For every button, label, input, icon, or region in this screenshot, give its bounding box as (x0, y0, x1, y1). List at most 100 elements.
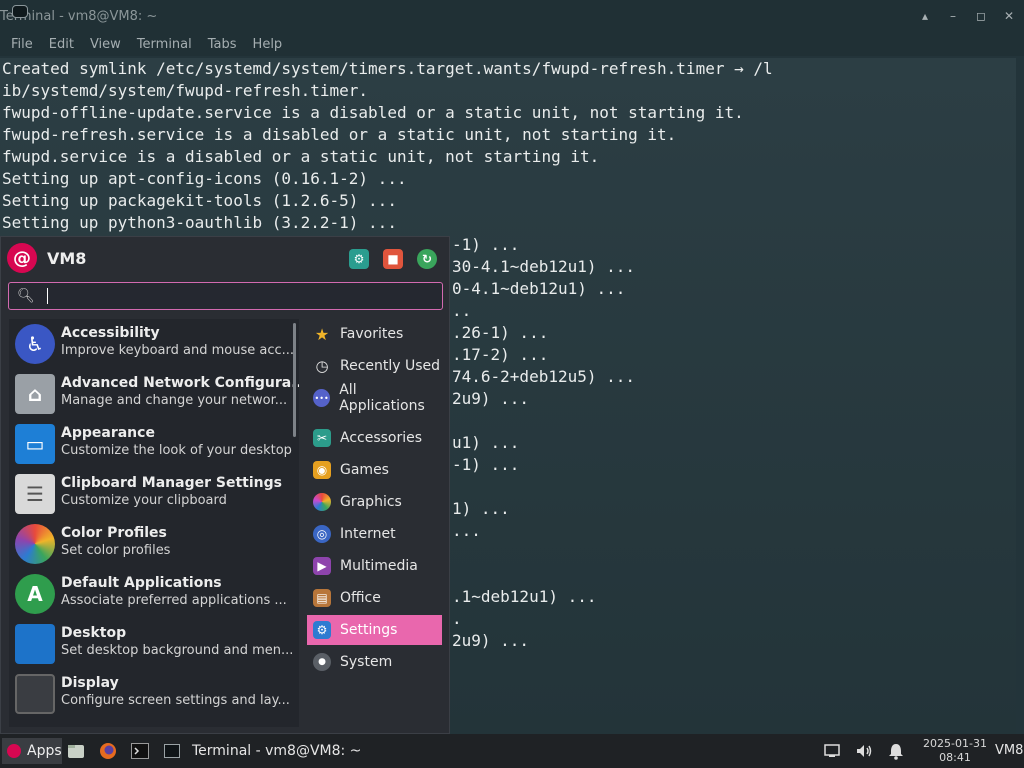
app-item-clipboard-manager[interactable]: ☰ Clipboard Manager Settings Customize y… (9, 469, 299, 519)
taskbar-task-terminal[interactable]: Terminal - vm8@VM8: ~ (164, 738, 361, 764)
app-item-color-profiles[interactable]: Color Profiles Set color profiles (9, 519, 299, 569)
notifications-icon[interactable] (886, 741, 906, 761)
category-label: Recently Used (340, 358, 441, 374)
terminal-line-fragment: .17-2) ... (452, 345, 549, 364)
taskbar: Apps Terminal - vm8@VM8: ~ 2025-01-31 08… (0, 734, 1024, 768)
app-item-appearance[interactable]: ▭ Appearance Customize the look of your … (9, 419, 299, 469)
app-item-accessibility[interactable]: ♿ Accessibility Improve keyboard and mou… (9, 319, 299, 369)
network-icon: ⌂ (15, 374, 55, 414)
default-apps-icon: A (15, 574, 55, 614)
applications-list[interactable]: ♿ Accessibility Improve keyboard and mou… (9, 319, 299, 727)
multimedia-icon: ▶ (313, 557, 331, 575)
app-name: Default Applications (61, 575, 222, 591)
category-games[interactable]: ◉ Games (307, 455, 442, 485)
maximize-button[interactable]: ◻ (974, 0, 988, 32)
app-name: Color Profiles (61, 525, 167, 541)
terminal-line-fragment: 2u9) ... (452, 631, 530, 650)
menu-edit[interactable]: Edit (46, 37, 77, 52)
settings-icon: ⚙ (313, 621, 331, 639)
settings-manager-icon[interactable]: ⚙ (349, 249, 369, 269)
category-graphics[interactable]: Graphics (307, 487, 442, 517)
app-description: Customize your clipboard (61, 493, 227, 508)
app-description: Improve keyboard and mouse acc... (61, 343, 295, 358)
application-menu: @ VM8 ⚙ ■ ↻ 🔍︎ ♿ Accessibility Improve k… (0, 236, 450, 734)
log-out-icon[interactable]: ↻ (417, 249, 437, 269)
category-office[interactable]: ▤ Office (307, 583, 442, 613)
app-description: Configure screen settings and lay... (61, 693, 290, 708)
terminal-app-icon (12, 5, 28, 18)
minimize-button[interactable]: – (946, 0, 960, 32)
category-recently-used[interactable]: ◷ Recently Used (307, 351, 442, 381)
app-description: Customize the look of your desktop (61, 443, 292, 458)
terminal-line-fragment: . (452, 609, 462, 628)
all-apps-icon: ••• (313, 389, 331, 407)
category-multimedia[interactable]: ▶ Multimedia (307, 551, 442, 581)
app-item-advanced-network[interactable]: ⌂ Advanced Network Configura... Manage a… (9, 369, 299, 419)
volume-icon[interactable] (854, 741, 874, 761)
clock[interactable]: 2025-01-31 08:41 (920, 737, 990, 765)
terminal-line-fragment: -1) ... (452, 235, 520, 254)
clock-date: 2025-01-31 (923, 737, 987, 750)
app-item-desktop[interactable]: Desktop Set desktop background and men..… (9, 619, 299, 669)
terminal-line: fwupd.service is a disabled or a static … (2, 147, 600, 166)
category-internet[interactable]: ◎ Internet (307, 519, 442, 549)
menu-tabs[interactable]: Tabs (205, 37, 240, 52)
app-name: Advanced Network Configura... (61, 375, 299, 391)
menubar: File Edit View Terminal Tabs Help (0, 32, 1024, 56)
star-icon: ★ (314, 324, 330, 344)
terminal-line-fragment: .. (452, 301, 472, 320)
category-all-applications[interactable]: ••• All Applications (307, 382, 442, 414)
app-name: Display (61, 675, 119, 691)
terminal-line: Setting up python3-oauthlib (3.2.2-1) ..… (2, 213, 397, 232)
lock-screen-icon[interactable]: ■ (383, 249, 403, 269)
category-label: System (340, 654, 393, 670)
firefox-icon[interactable] (98, 741, 118, 761)
terminal-line: ib/systemd/system/fwupd-refresh.timer. (2, 81, 369, 100)
terminal-line-fragment: 2u9) ... (452, 389, 530, 408)
menu-help[interactable]: Help (250, 37, 286, 52)
file-manager-icon[interactable] (66, 741, 86, 761)
shade-button[interactable]: ▴ (918, 0, 932, 32)
debian-swirl-icon (7, 744, 21, 758)
category-accessories[interactable]: ✂ Accessories (307, 423, 442, 453)
terminal-line: fwupd-refresh.service is a disabled or a… (2, 125, 677, 144)
menu-header: @ VM8 (7, 243, 86, 273)
category-label: All Applications (339, 382, 425, 414)
terminal-icon[interactable] (130, 741, 150, 761)
search-icon: 🔍︎ (17, 288, 35, 304)
window-titlebar[interactable]: Terminal - vm8@VM8: ~ ▴ – ◻ ✕ (0, 0, 1024, 32)
terminal-line-fragment: -1) ... (452, 455, 520, 474)
app-item-default-applications[interactable]: A Default Applications Associate preferr… (9, 569, 299, 619)
graphics-icon (313, 493, 331, 511)
menu-terminal[interactable]: Terminal (134, 37, 195, 52)
category-settings[interactable]: ⚙ Settings (307, 615, 442, 645)
terminal-line-fragment: ... (452, 521, 481, 540)
search-input[interactable] (40, 287, 425, 305)
close-button[interactable]: ✕ (1002, 0, 1016, 32)
clipboard-icon: ☰ (15, 474, 55, 514)
clock-time: 08:41 (939, 751, 971, 764)
network-icon[interactable] (822, 741, 842, 761)
desktop-icon (15, 624, 55, 664)
terminal-line-fragment: .1~deb12u1) ... (452, 587, 597, 606)
task-title: Terminal - vm8@VM8: ~ (192, 743, 362, 759)
category-favorites[interactable]: ★ Favorites (307, 319, 442, 349)
search-field[interactable]: 🔍︎ (8, 282, 443, 310)
terminal-line: Setting up packagekit-tools (1.2.6-5) ..… (2, 191, 397, 210)
app-description: Associate preferred applications ... (61, 593, 287, 608)
apps-list-scrollbar[interactable] (293, 323, 296, 437)
clock-icon: ◷ (315, 357, 329, 375)
category-label: Multimedia (340, 558, 418, 574)
accessories-icon: ✂ (313, 429, 331, 447)
category-system[interactable]: ● System (307, 647, 442, 677)
menu-file[interactable]: File (8, 37, 36, 52)
app-item-display[interactable]: Display Configure screen settings and la… (9, 669, 299, 719)
games-icon: ◉ (313, 461, 331, 479)
terminal-line: fwupd-offline-update.service is a disabl… (2, 103, 744, 122)
apps-menu-button[interactable]: Apps (2, 738, 62, 764)
menu-view[interactable]: View (87, 37, 124, 52)
terminal-line-fragment: .26-1) ... (452, 323, 549, 342)
office-icon: ▤ (313, 589, 331, 607)
apps-button-label: Apps (27, 743, 62, 759)
app-name: Accessibility (61, 325, 160, 341)
